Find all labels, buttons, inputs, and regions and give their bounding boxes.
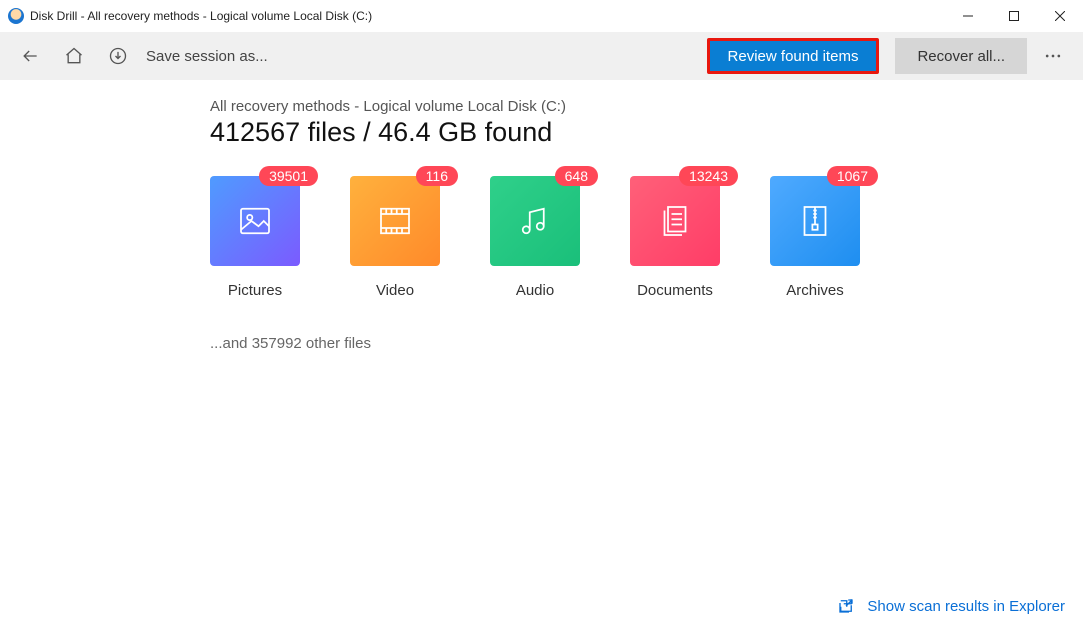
- save-session-label[interactable]: Save session as...: [146, 48, 268, 65]
- open-external-icon: [837, 597, 855, 615]
- titlebar: Disk Drill - All recovery methods - Logi…: [0, 0, 1083, 32]
- category-label: Pictures: [228, 282, 282, 299]
- category-count-badge: 1067: [827, 166, 878, 186]
- minimize-icon: [963, 11, 973, 21]
- download-icon: [108, 46, 128, 66]
- minimize-button[interactable]: [945, 0, 991, 32]
- category-tile: 116: [350, 176, 440, 266]
- category-tile: 39501: [210, 176, 300, 266]
- other-files-text: ...and 357992 other files: [210, 335, 1083, 352]
- toolbar: Save session as... Review found items Re…: [0, 32, 1083, 80]
- category-video[interactable]: 116 Video: [350, 176, 440, 299]
- category-count-badge: 648: [555, 166, 598, 186]
- category-audio[interactable]: 648 Audio: [490, 176, 580, 299]
- film-icon: [374, 200, 416, 242]
- category-documents[interactable]: 13243 Documents: [630, 176, 720, 299]
- home-icon: [64, 46, 84, 66]
- category-label: Audio: [516, 282, 554, 299]
- category-count-badge: 116: [416, 166, 458, 186]
- scan-headline: 412567 files / 46.4 GB found: [210, 117, 1083, 148]
- bottombar: Show scan results in Explorer: [0, 582, 1083, 630]
- image-icon: [234, 200, 276, 242]
- maximize-button[interactable]: [991, 0, 1037, 32]
- close-icon: [1055, 11, 1065, 21]
- back-arrow-icon: [20, 46, 40, 66]
- close-button[interactable]: [1037, 0, 1083, 32]
- recover-all-label: Recover all...: [917, 48, 1005, 65]
- more-icon: [1043, 46, 1063, 66]
- category-count-badge: 39501: [259, 166, 318, 186]
- show-in-explorer-label: Show scan results in Explorer: [867, 598, 1065, 615]
- review-found-items-label: Review found items: [728, 48, 859, 65]
- maximize-icon: [1009, 11, 1019, 21]
- back-button[interactable]: [12, 38, 48, 74]
- scan-subtitle: All recovery methods - Logical volume Lo…: [210, 98, 1083, 115]
- more-button[interactable]: [1035, 38, 1071, 74]
- main: All recovery methods - Logical volume Lo…: [0, 80, 1083, 582]
- window-title: Disk Drill - All recovery methods - Logi…: [30, 9, 372, 23]
- category-pictures[interactable]: 39501 Pictures: [210, 176, 300, 299]
- save-session-icon-button[interactable]: [100, 38, 136, 74]
- category-tile: 648: [490, 176, 580, 266]
- category-label: Archives: [786, 282, 844, 299]
- show-in-explorer-link[interactable]: Show scan results in Explorer: [837, 597, 1065, 615]
- category-tile: 13243: [630, 176, 720, 266]
- category-archives[interactable]: 1067 Archives: [770, 176, 860, 299]
- review-found-items-button[interactable]: Review found items: [707, 38, 880, 74]
- app-icon: [8, 8, 24, 24]
- music-icon: [514, 200, 556, 242]
- category-tile: 1067: [770, 176, 860, 266]
- category-count-badge: 13243: [679, 166, 738, 186]
- home-button[interactable]: [56, 38, 92, 74]
- category-label: Documents: [637, 282, 713, 299]
- category-label: Video: [376, 282, 414, 299]
- recover-all-button[interactable]: Recover all...: [895, 38, 1027, 74]
- document-icon: [654, 200, 696, 242]
- archive-icon: [794, 200, 836, 242]
